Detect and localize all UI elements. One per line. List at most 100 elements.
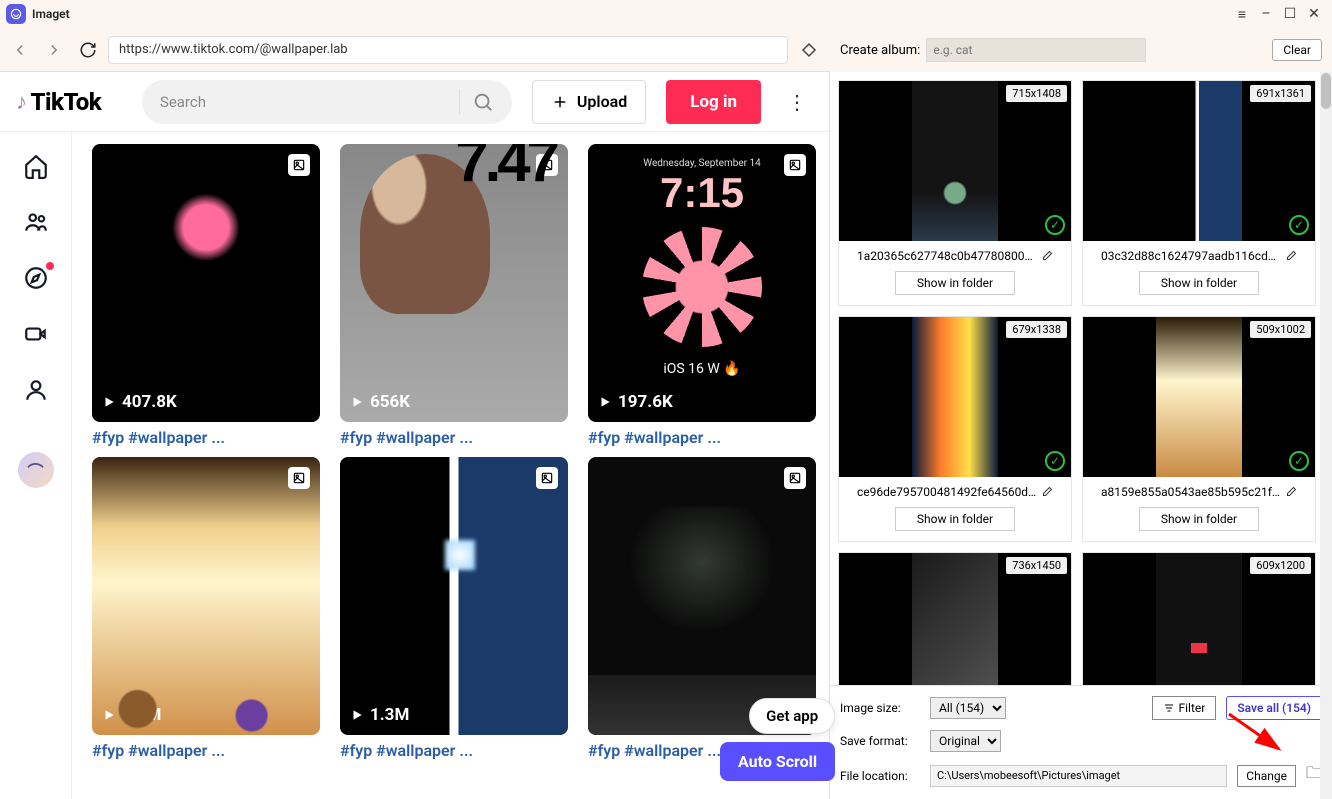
- search-placeholder: Search: [160, 93, 206, 111]
- scrollbar[interactable]: [1320, 72, 1332, 799]
- caption[interactable]: #fyp #wallpaper ...: [588, 741, 816, 760]
- edit-icon[interactable]: [1285, 250, 1297, 262]
- play-count: 197.6K: [618, 392, 673, 412]
- album-bar: Create album: Clear: [830, 28, 1332, 72]
- play-count: 407.8K: [122, 392, 177, 412]
- play-icon: [598, 708, 612, 722]
- feed-item[interactable]: 407.8K #fyp #wallpaper ...: [92, 144, 320, 447]
- save-format-label: Save format:: [840, 734, 920, 748]
- tag-icon[interactable]: [798, 39, 820, 61]
- login-button[interactable]: Log in: [666, 80, 761, 124]
- download-card: 609x1200: [1082, 552, 1316, 685]
- notification-dot: [46, 262, 54, 270]
- edit-icon[interactable]: [1285, 486, 1297, 498]
- filename: ce96de795700481492fe64560d79355…: [857, 485, 1037, 499]
- reload-icon[interactable]: [78, 40, 98, 60]
- show-in-folder-button[interactable]: Show in folder: [895, 507, 1015, 531]
- caption[interactable]: #fyp #wallpaper ...: [92, 428, 320, 447]
- forward-icon[interactable]: [44, 40, 64, 60]
- gallery-icon: [536, 467, 558, 489]
- thumbnail[interactable]: 1.3M: [340, 457, 568, 735]
- tiktok-logo[interactable]: ♪ TikTok: [16, 88, 101, 116]
- back-icon[interactable]: [10, 40, 30, 60]
- image-size-label: Image size:: [840, 701, 920, 715]
- search-icon[interactable]: [472, 91, 494, 113]
- clear-button[interactable]: Clear: [1272, 39, 1322, 61]
- explore-icon[interactable]: [22, 264, 50, 292]
- show-in-folder-button[interactable]: Show in folder: [895, 271, 1015, 295]
- caption[interactable]: #fyp #wallpaper ...: [588, 428, 816, 447]
- album-name-input[interactable]: [926, 38, 1146, 62]
- app-logo: [6, 4, 26, 24]
- dimensions-badge: 736x1450: [1006, 557, 1067, 574]
- card-thumbnail[interactable]: 609x1200: [1083, 553, 1315, 685]
- downloads-list[interactable]: 715x1408✓ 1a20365c627748c0b47780800991e8…: [830, 72, 1332, 685]
- ios-date: Wednesday, September 14: [643, 158, 761, 169]
- caption[interactable]: #fyp #wallpaper ...: [340, 741, 568, 760]
- save-format-select[interactable]: Original: [930, 730, 1001, 752]
- plus-icon: [551, 93, 569, 111]
- create-album-label: Create album:: [840, 43, 920, 58]
- thumbnail[interactable]: Wednesday, September 14 7:15 iOS 16 W 🔥 …: [588, 144, 816, 422]
- avatar[interactable]: ⌒: [18, 452, 54, 488]
- check-icon: ✓: [1289, 215, 1309, 235]
- gallery-icon: [536, 154, 558, 176]
- card-thumbnail[interactable]: 736x1450: [839, 553, 1071, 685]
- tiktok-header: ♪ TikTok Search Upload Log in ⋮: [0, 72, 829, 132]
- gallery-icon: [288, 154, 310, 176]
- feed-item[interactable]: Wednesday, September 14 7:15 iOS 16 W 🔥 …: [588, 144, 816, 447]
- file-location-input[interactable]: [930, 765, 1227, 787]
- card-thumbnail[interactable]: 509x1002✓: [1083, 317, 1315, 477]
- filename: a8159e855a0543ae85b595c21fb342e…: [1101, 485, 1281, 499]
- bottom-controls: Image size: All (154) Filter Save all (1…: [830, 685, 1332, 799]
- video-feed[interactable]: 407.8K #fyp #wallpaper ... 656K #fyp #wa…: [72, 132, 829, 799]
- dimensions-badge: 715x1408: [1006, 85, 1067, 102]
- divider: [459, 89, 460, 115]
- caption[interactable]: #fyp #wallpaper ...: [340, 428, 568, 447]
- kebab-menu-icon[interactable]: ⋮: [781, 90, 813, 114]
- upload-button[interactable]: Upload: [532, 80, 646, 124]
- url-bar[interactable]: https://www.tiktok.com/@wallpaper.lab: [108, 36, 788, 64]
- play-count: 1.3M: [370, 705, 409, 725]
- save-all-button[interactable]: Save all (154): [1226, 696, 1322, 720]
- ios-label: iOS 16 W 🔥: [663, 361, 740, 377]
- scrollbar-thumb[interactable]: [1321, 73, 1331, 109]
- image-size-select[interactable]: All (154): [930, 697, 1006, 719]
- edit-icon[interactable]: [1041, 486, 1053, 498]
- caption[interactable]: #fyp #wallpaper ...: [92, 741, 320, 760]
- show-in-folder-button[interactable]: Show in folder: [1139, 507, 1259, 531]
- hamburger-menu-icon[interactable]: ≡: [1230, 2, 1254, 26]
- feed-item[interactable]: 424.6K #fyp #wallpaper ...: [588, 457, 816, 760]
- download-card: 509x1002✓ a8159e855a0543ae85b595c21fb342…: [1082, 316, 1316, 542]
- thumbnail[interactable]: 424.6K: [588, 457, 816, 735]
- show-in-folder-button[interactable]: Show in folder: [1139, 271, 1259, 295]
- thumbnail[interactable]: 656K: [340, 144, 568, 422]
- filename: 03c32d88c1624797aadb116cd8254f…: [1101, 249, 1281, 263]
- card-thumbnail[interactable]: 715x1408 ✓: [839, 81, 1071, 241]
- home-icon[interactable]: [22, 152, 50, 180]
- profile-icon[interactable]: [22, 376, 50, 404]
- thumbnail[interactable]: 1.4M: [92, 457, 320, 735]
- search-input[interactable]: Search: [142, 80, 512, 124]
- download-card: 691x1361✓ 03c32d88c1624797aadb116cd8254f…: [1082, 80, 1316, 306]
- feed-item[interactable]: 1.4M #fyp #wallpaper ...: [92, 457, 320, 760]
- feed-item[interactable]: 656K #fyp #wallpaper ...: [340, 144, 568, 447]
- feed-item[interactable]: 1.3M #fyp #wallpaper ...: [340, 457, 568, 760]
- download-card: 736x1450: [838, 552, 1072, 685]
- file-location-label: File location:: [840, 769, 920, 783]
- filter-button[interactable]: Filter: [1152, 696, 1217, 720]
- friends-icon[interactable]: [22, 208, 50, 236]
- maximize-button[interactable]: ☐: [1278, 2, 1302, 26]
- play-count: 656K: [370, 392, 410, 412]
- live-icon[interactable]: [22, 320, 50, 348]
- download-panel: Create album: Clear 715x1408✓ 1a20365c62…: [830, 72, 1332, 799]
- tiktok-note-icon: ♪: [16, 89, 27, 115]
- thumbnail[interactable]: 407.8K: [92, 144, 320, 422]
- check-icon: ✓: [1045, 215, 1065, 235]
- close-button[interactable]: ✕: [1302, 2, 1326, 26]
- minimize-button[interactable]: –: [1254, 2, 1278, 26]
- change-location-button[interactable]: Change: [1237, 765, 1296, 787]
- edit-icon[interactable]: [1041, 250, 1053, 262]
- card-thumbnail[interactable]: 691x1361✓: [1083, 81, 1315, 241]
- card-thumbnail[interactable]: 679x1338✓: [839, 317, 1071, 477]
